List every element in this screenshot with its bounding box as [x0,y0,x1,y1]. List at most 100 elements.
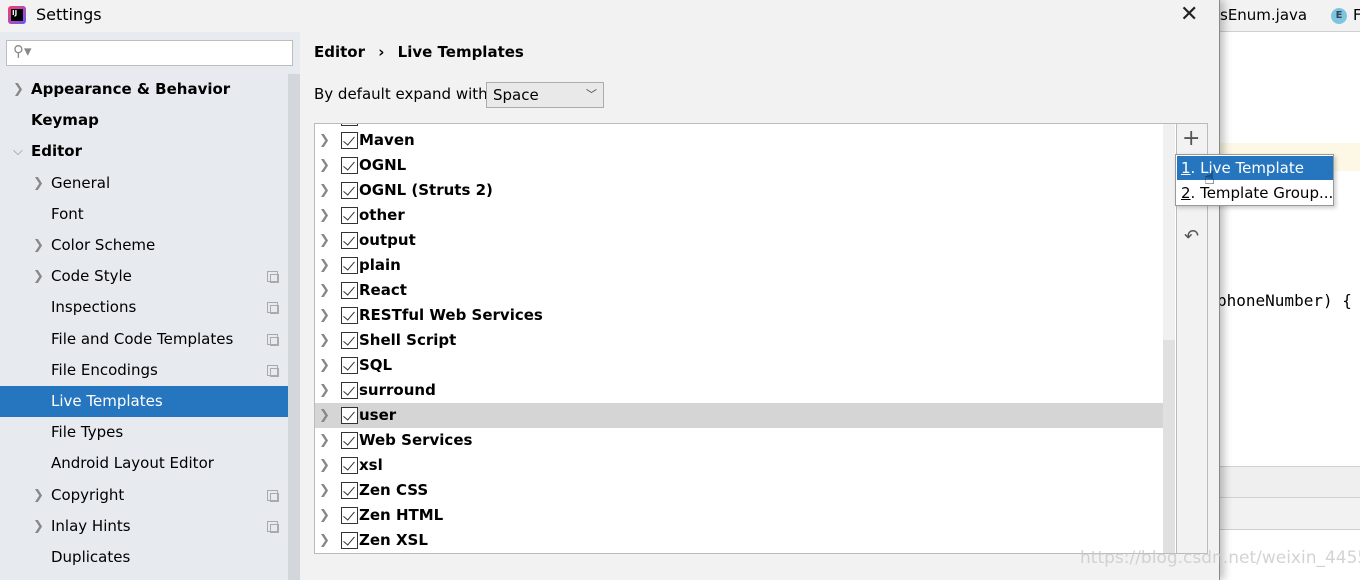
checkbox[interactable] [341,532,358,549]
sidebar-scrollbar[interactable] [288,74,300,580]
chevron-down-icon[interactable]: ⌵ [13,136,23,167]
editor-tab[interactable]: sEnum.java [1220,6,1307,24]
checkbox[interactable] [341,482,358,499]
chevron-right-icon[interactable]: ❯ [319,428,330,453]
checkbox[interactable] [341,157,358,174]
group-name: SQL [359,356,393,374]
menu-item-live-template[interactable]: 1. Live Template [1177,156,1333,180]
template-group-row[interactable]: ❯ SQL [315,353,1163,378]
sidebar-item[interactable]: ❯ Appearance & Behavior [0,74,288,105]
checkbox[interactable] [341,207,358,224]
chevron-right-icon[interactable]: ❯ [319,253,330,278]
template-group-row[interactable]: ❯ other [315,203,1163,228]
template-group-row[interactable]: ❯ Shell Script [315,328,1163,353]
chevron-right-icon[interactable]: ❯ [319,303,330,328]
checkbox[interactable] [341,182,358,199]
checkbox[interactable] [341,132,358,149]
checkbox[interactable] [341,457,358,474]
expand-dropdown[interactable]: Space ﹀ [486,82,604,108]
chevron-right-icon[interactable]: ❯ [319,353,330,378]
sidebar-item[interactable]: Keymap [0,105,288,136]
undo-icon[interactable]: ↶ [1184,226,1199,247]
search-input[interactable]: ⚲▾ [6,40,293,66]
list-scrollbar-thumb[interactable] [1163,340,1175,553]
chevron-right-icon[interactable]: ❯ [33,480,44,511]
checkbox[interactable] [341,232,358,249]
template-group-row[interactable]: ❯ Zen XSL [315,528,1163,553]
chevron-right-icon[interactable]: ❯ [319,503,330,528]
checkbox[interactable] [341,357,358,374]
checkbox[interactable] [341,507,358,524]
chevron-right-icon[interactable]: ❯ [319,203,330,228]
group-name: Shell Script [359,331,457,349]
template-group-row[interactable]: ❯ output [315,228,1163,253]
chevron-right-icon[interactable]: ❯ [319,528,330,553]
sidebar-item[interactable]: Inspections [0,292,288,323]
sidebar-item-label: Duplicates [51,548,131,566]
template-group-row[interactable]: ❯ React [315,278,1163,303]
chevron-right-icon[interactable]: ❯ [33,261,44,292]
sidebar-item-label: General [51,173,111,192]
editor-tab[interactable]: F [1353,6,1360,24]
chevron-right-icon[interactable]: ❯ [33,230,44,261]
background-editor: sEnum.java E F phoneNumber) { [1217,0,1360,580]
checkbox[interactable] [341,382,358,399]
chevron-right-icon[interactable]: ❯ [319,403,330,428]
sidebar-item[interactable]: File Types [0,417,288,448]
sidebar-item[interactable]: ⌵ Editor [0,136,288,167]
chevron-right-icon[interactable]: ❯ [319,178,330,203]
list-scrollbar-track[interactable] [1163,124,1175,553]
checkbox[interactable] [341,307,358,324]
template-group-row[interactable]: ❯ Zen CSS [315,478,1163,503]
sidebar-item[interactable]: ❯ Inlay Hints [0,511,288,542]
checkbox[interactable] [341,432,358,449]
template-group-row[interactable]: ❯ user [315,403,1175,428]
search-icon: ⚲▾ [13,42,32,60]
group-name: Zen HTML [359,506,444,524]
sidebar-item[interactable]: File Encodings [0,355,288,386]
menu-item-template-group[interactable]: 2. Template Group... [1177,181,1333,205]
sidebar-item[interactable]: Duplicates [0,542,288,573]
template-group-row[interactable]: ❯ RESTful Web Services [315,303,1163,328]
checkbox[interactable] [341,282,358,299]
project-settings-icon [267,364,279,377]
template-group-row[interactable]: ❯ Maven [315,128,1163,153]
sidebar-item[interactable]: File and Code Templates [0,324,288,355]
sidebar-item[interactable]: ❯ General [0,168,288,199]
chevron-right-icon[interactable]: ❯ [33,511,44,542]
sidebar-item[interactable]: Live Templates [0,386,300,417]
template-group-row[interactable]: ❯ plain [315,253,1163,278]
chevron-right-icon[interactable]: ❯ [319,278,330,303]
group-name: React [359,281,407,299]
close-icon[interactable]: ✕ [1180,2,1198,28]
chevron-right-icon[interactable]: ❯ [33,168,44,199]
add-icon[interactable]: + [1182,126,1200,151]
chevron-right-icon[interactable]: ❯ [319,478,330,503]
breadcrumb-current: Live Templates [397,43,524,61]
checkbox[interactable] [341,257,358,274]
sidebar-item-label: File and Code Templates [51,329,234,348]
template-group-row[interactable]: ❯ OGNL (Struts 2) [315,178,1163,203]
template-group-row[interactable]: ❯ xsl [315,453,1163,478]
template-group-row[interactable]: ❯ Web Services [315,428,1163,453]
chevron-right-icon[interactable]: ❯ [13,74,24,105]
group-name: Zen XSL [359,531,428,549]
sidebar-item[interactable]: ❯ Copyright [0,480,288,511]
sidebar-item[interactable]: Font [0,199,288,230]
sidebar-item[interactable]: Android Layout Editor [0,448,288,479]
chevron-right-icon[interactable]: ❯ [319,153,330,178]
checkbox[interactable] [341,407,358,424]
sidebar-item[interactable]: ❯ Code Style [0,261,288,292]
chevron-right-icon[interactable]: ❯ [319,378,330,403]
template-group-row[interactable]: ❯ OGNL [315,153,1163,178]
chevron-right-icon[interactable]: ❯ [319,328,330,353]
checkbox[interactable] [341,332,358,349]
sidebar-item[interactable]: ❯ Color Scheme [0,230,288,261]
template-group-row[interactable]: ❯ surround [315,378,1163,403]
chevron-right-icon[interactable]: ❯ [319,228,330,253]
template-group-row[interactable]: ❯ Zen HTML [315,503,1163,528]
chevron-right-icon[interactable]: ❯ [319,453,330,478]
chevron-right-icon[interactable]: ❯ [319,128,330,153]
breadcrumb-parent[interactable]: Editor [314,43,365,61]
code-line: phoneNumber) { [1217,291,1352,310]
